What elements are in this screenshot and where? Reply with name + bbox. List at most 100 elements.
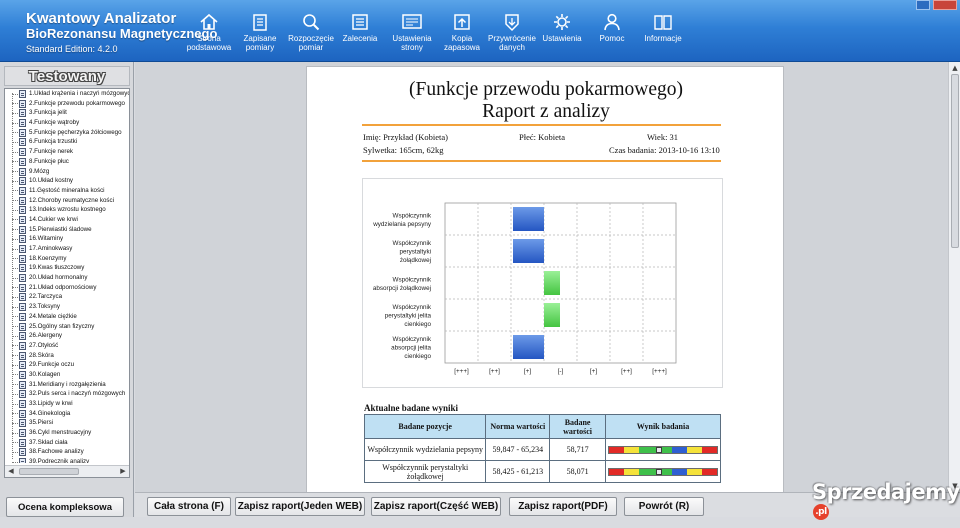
table-row: Współczynnik perystaltyki żołądkowej 58,… [363,460,721,483]
tree-item[interactable]: 37.Skład ciała [5,438,129,448]
document-icon [19,206,26,215]
toolbar-button-start[interactable]: Rozpoczęcie pomiar [288,0,334,62]
tree-item[interactable]: 5.Funkcje pęcherzyka żółciowego [5,128,129,138]
tree-item[interactable]: 9.Mózg [5,167,129,177]
toolbar-button-page-settings[interactable]: Ustawienia strony [389,0,435,62]
tree-item[interactable]: 10.Układ kostny [5,176,129,186]
tree-item[interactable]: 1.Układ krążenia i naczyń mózgowych [5,89,130,99]
analysis-chart: Współczynnik wydzielania pepsyny Współczyn… [362,178,723,388]
toolbar-label: Kopia [451,34,473,43]
document-icon [19,312,26,321]
scroll-up-icon[interactable]: ▲ [950,63,960,73]
tree-item[interactable]: 16.Witaminy [5,234,129,244]
gauge-red [701,446,717,453]
tree-item[interactable]: 13.Indeks wzrostu kostnego [5,205,129,215]
back-button[interactable]: Powrót (R) [624,497,704,516]
scroll-right-icon[interactable]: ▶ [118,467,128,476]
row-name: Współczynnik perystaltyki żołądkowej [363,460,487,483]
tree-item[interactable]: 2.Funkcje przewodu pokarmowego [5,99,129,109]
tree-item[interactable]: 31.Meridiany i rozgałęzienia [5,380,129,390]
save-report-one-web-button[interactable]: Zapisz raport(Jeden WEB) [235,497,365,516]
tree-item[interactable]: 35.Piersi [5,418,129,428]
tree-item[interactable]: 18.Koenzymy [5,254,129,264]
tree-item[interactable]: 24.Metale ciężkie [5,312,129,322]
tree-item[interactable]: 11.Gęstość mineralna kości [5,186,129,196]
document-icon [19,99,26,108]
tree-item-label: 34.Ginekologia [29,409,71,417]
toolbar-label: Przywrócenie [487,34,536,43]
tree-item-label: 12.Choroby reumatyczne kości [29,196,114,204]
close-button[interactable] [933,0,957,10]
patient-name: Imię: Przykład (Kobieta) [363,132,448,142]
toolbar-label: pomiar [298,43,324,52]
ocena-kompleksowa-button[interactable]: Ocena kompleksowa [6,497,124,517]
watermark-text: Sprzedajemy [812,480,960,504]
tree-item[interactable]: 26.Alergeny [5,331,129,341]
save-report-part-web-button[interactable]: Zapisz raport(Część WEB) [371,497,501,516]
chart-category-label: absorpcji jelita [391,345,431,352]
scrollbar-thumb[interactable] [951,74,959,248]
tree-item[interactable]: 25.Ogólny stan fizyczny [5,322,129,332]
tree-item-label: 25.Ogólny stan fizyczny [29,322,95,330]
gauge-red [609,446,625,453]
tree-item-label: 3.Funkcja jelit [29,109,67,117]
toolbar-label: Rozpoczęcie [288,34,334,43]
tree-item-label: 1.Układ krążenia i naczyń mózgowych [29,90,130,97]
toolbar-button-home[interactable]: Strona podstawowa [186,0,232,62]
tree-item[interactable]: 28.Skóra [5,351,129,361]
full-page-button[interactable]: Cała strona (F) [147,497,231,516]
tree-item[interactable]: 19.Kwas tłuszczowy [5,263,129,273]
toolbar-button-recommend[interactable]: Zalecenia [339,0,381,62]
document-icon [19,370,26,379]
document-icon [19,119,26,128]
document-icon [19,128,26,137]
tree-item[interactable]: 29.Funkcje oczu [5,360,129,370]
chart-category-label: perystaltyki [400,249,432,256]
tree-item[interactable]: 17.Aminokwasy [5,244,129,254]
toolbar-button-saved[interactable]: Zapisane pomiary [237,0,283,62]
toolbar-button-help[interactable]: Pomoc [592,0,632,62]
tree-item[interactable]: 22.Tarczyca [5,292,129,302]
analysis-chart-svg: Współczynnik wydzielania pepsyny Współczyn… [372,202,677,375]
tree-item-label: 29.Funkcje oczu [29,361,75,369]
tree-item[interactable]: 8.Funkcje płuc [5,157,129,167]
tree-item[interactable]: 4.Funkcje wątroby [5,118,129,128]
toolbar-button-backup[interactable]: Kopia zapasowa [441,0,483,62]
tree-item[interactable]: 39.Podręcznik analizy [5,457,129,463]
document-icon [19,264,26,273]
tree-item[interactable]: 15.Pierwiastki śladowe [5,225,129,235]
tree-item[interactable]: 7.Funkcje nerek [5,147,129,157]
tree-item[interactable]: 36.Cykl menstruacyjny [5,428,129,438]
toolbar-button-info[interactable]: Informacje [641,0,685,62]
tree-item[interactable]: 30.Kolagen [5,370,129,380]
minimize-button[interactable] [916,0,930,10]
scrollbar-thumb[interactable] [19,468,79,475]
tree-item[interactable]: 32.Puls serca i naczyń mózgowych [5,389,129,399]
tree-item[interactable]: 6.Funkcja trzustki [5,137,129,147]
tree-item[interactable]: 21.Układ odpornościowy [5,283,129,293]
report-vertical-scrollbar[interactable]: ▲ ▼ [948,62,960,492]
tree-item[interactable]: 38.Fachowe analizy [5,447,129,457]
tree-item-label: 37.Skład ciała [29,438,68,446]
gauge-pointer [655,446,662,453]
tree-item[interactable]: 14.Cukier we krwi [5,215,129,225]
tree-item-label: 26.Alergeny [29,332,63,340]
tree-horizontal-scrollbar[interactable]: ◀ ▶ [5,465,129,477]
toolbar-button-settings[interactable]: Ustawienia [540,0,584,62]
tree-item[interactable]: 34.Ginekologia [5,409,129,419]
tree-item[interactable]: 20.Układ hormonalny [5,273,129,283]
record-tree[interactable]: 1.Układ krążenia i naczyń mózgowych 2.Fun… [4,88,130,478]
tree-item[interactable]: 27.Otyłość [5,341,129,351]
chart-bar [544,303,560,327]
tree-item-label: 7.Funkcje nerek [29,148,74,156]
chart-category-label: wydzielania pepsyny [372,221,432,228]
patient-age: Wiek: 31 [647,132,679,142]
scroll-left-icon[interactable]: ◀ [6,467,16,476]
tree-item[interactable]: 33.Lipidy w krwi [5,399,129,409]
tree-item[interactable]: 3.Funkcja jelit [5,108,129,118]
toolbar-button-restore[interactable]: Przywrócenie danych [487,0,537,62]
tree-item[interactable]: 12.Choroby reumatyczne kości [5,196,129,206]
tree-item[interactable]: 23.Toksyny [5,302,129,312]
chart-tick-label: [++] [621,368,632,375]
save-report-pdf-button[interactable]: Zapisz raport(PDF) [509,497,617,516]
